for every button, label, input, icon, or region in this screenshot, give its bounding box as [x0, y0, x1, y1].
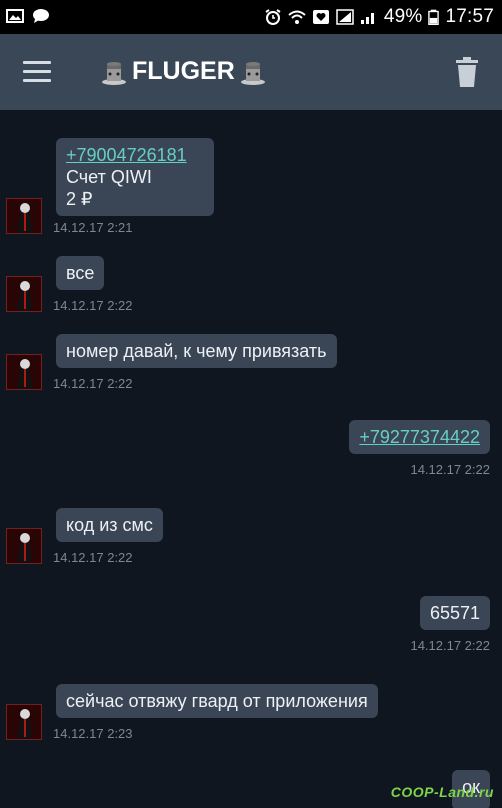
heart-icon [312, 10, 329, 24]
avatar[interactable] [6, 354, 42, 390]
phone-link[interactable]: +79004726181 [66, 144, 204, 166]
message-timestamp: 14.12.17 2:22 [53, 298, 133, 313]
gallery-icon [6, 9, 24, 23]
message-text: 2 ₽ [66, 189, 93, 209]
message-text: Счет QIWI [66, 167, 152, 187]
alarm-icon [265, 9, 281, 25]
battery-percent: 49% [383, 6, 423, 27]
signal-icon [360, 13, 374, 24]
avatar[interactable] [6, 276, 42, 312]
battery-icon [428, 9, 440, 25]
message-text: 65571 [429, 603, 480, 623]
message-text: номер давай, к чему привязать [66, 341, 327, 361]
watermark: COOP-Land.ru [390, 784, 494, 800]
message-timestamp: 14.12.17 2:22 [53, 550, 133, 565]
avatar[interactable] [6, 704, 42, 740]
mafia-hat-icon [240, 62, 265, 85]
message-bubble[interactable]: все [56, 256, 105, 290]
chat-title: FLUGER [100, 56, 267, 86]
app-bar: FLUGER [0, 34, 502, 110]
signal-icon [336, 9, 354, 25]
message-bubble[interactable]: +79277374422 [349, 420, 490, 454]
menu-icon [23, 61, 51, 64]
chat-messages: +79004726181 Счет QIWI 2 ₽ 14.12.17 2:21… [0, 110, 502, 808]
trash-icon[interactable] [454, 56, 480, 88]
avatar[interactable] [6, 198, 42, 234]
message-bubble[interactable]: сейчас отвяжу гвард от приложения [56, 684, 378, 718]
menu-button[interactable] [20, 58, 54, 86]
message-text: все [66, 263, 95, 283]
message-text: сейчас отвяжу гвард от приложения [66, 691, 368, 711]
chat-title-text: FLUGER [132, 56, 235, 85]
phone-link[interactable]: +79277374422 [359, 426, 480, 448]
status-bar: 49% 17:57 [0, 0, 502, 34]
message-timestamp: 14.12.17 2:21 [53, 220, 133, 235]
wifi-icon [288, 10, 306, 24]
message-timestamp: 14.12.17 2:22 [53, 376, 133, 391]
avatar[interactable] [6, 528, 42, 564]
chat-bubble-icon [33, 9, 49, 23]
message-timestamp: 14.12.17 2:23 [53, 726, 133, 741]
mafia-hat-icon [102, 62, 126, 85]
status-time: 17:57 [445, 6, 494, 27]
message-timestamp: 14.12.17 2:22 [410, 638, 490, 653]
message-bubble[interactable]: номер давай, к чему привязать [56, 334, 337, 368]
message-bubble[interactable]: 65571 [419, 596, 490, 630]
message-timestamp: 14.12.17 2:22 [410, 462, 490, 477]
message-bubble[interactable]: +79004726181 Счет QIWI 2 ₽ [56, 138, 214, 216]
message-text: код из смс [66, 515, 153, 535]
message-bubble[interactable]: код из смс [56, 508, 163, 542]
